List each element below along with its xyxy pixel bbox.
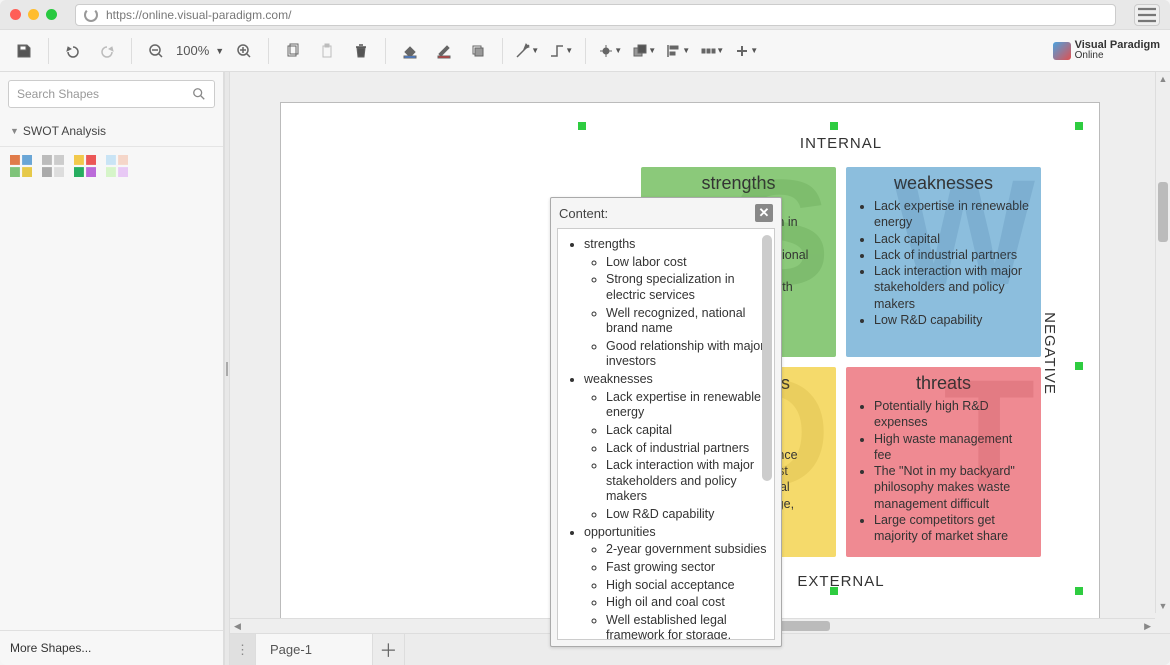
browser-titlebar: https://online.visual-paradigm.com/ <box>0 0 1170 30</box>
outline-section: strengthsLow labor costStrong specializa… <box>584 237 768 370</box>
selection-handle[interactable] <box>1075 122 1083 130</box>
search-icon <box>192 87 206 101</box>
selection-handle[interactable] <box>1075 362 1083 370</box>
outline-section: weaknessesLack expertise in renewable en… <box>584 372 768 523</box>
threats-title: threats <box>856 373 1031 394</box>
shape-palette <box>0 147 223 185</box>
outline-item: Low R&D capability <box>606 507 768 523</box>
save-button[interactable] <box>10 37 38 65</box>
add-page-button[interactable]: ＋ <box>373 634 405 665</box>
align-button[interactable]: ▼ <box>664 37 692 65</box>
list-item: Large competitors get majority of market… <box>874 512 1031 545</box>
url-bar[interactable]: https://online.visual-paradigm.com/ <box>75 4 1116 26</box>
app-window: https://online.visual-paradigm.com/ 100%… <box>0 0 1170 665</box>
outline-item: Lack interaction with major stakeholders… <box>606 458 768 505</box>
more-shapes-link[interactable]: More Shapes... <box>0 630 223 665</box>
main-area: Search Shapes ▼SWOT Analysis More Shapes… <box>0 72 1170 665</box>
window-controls <box>10 9 57 20</box>
to-front-button[interactable]: ▼ <box>630 37 658 65</box>
fill-color-button[interactable] <box>396 37 424 65</box>
list-item: Lack interaction with major stakeholders… <box>874 263 1031 312</box>
outline-item: Well recognized, national brand name <box>606 306 768 337</box>
list-item: The "Not in my backyard" philosophy make… <box>874 463 1031 512</box>
palette-swot-gray-icon[interactable] <box>42 155 64 177</box>
zoom-text: 100% <box>176 43 209 58</box>
weaknesses-list: Lack expertise in renewable energyLack c… <box>856 198 1031 328</box>
search-shapes-input[interactable]: Search Shapes <box>8 80 215 108</box>
panel-title[interactable]: ▼SWOT Analysis <box>0 116 223 147</box>
copy-button[interactable] <box>279 37 307 65</box>
shadow-button[interactable] <box>464 37 492 65</box>
outline-item: 2-year government subsidies <box>606 542 768 558</box>
strengths-title: strengths <box>651 173 826 194</box>
vertical-scrollbar[interactable]: ▲▼ <box>1155 72 1170 613</box>
quadrant-threats[interactable]: T threats Potentially high R&D expensesH… <box>846 367 1041 557</box>
outline-item: Fast growing sector <box>606 560 768 576</box>
close-icon[interactable]: ✕ <box>755 204 773 222</box>
outline-item: Strong specialization in electric servic… <box>606 272 768 303</box>
toolbar: 100%▼ ▼ ▼ ▼ ▼ ▼ ▼ ▼ Visual Paradigm Onli… <box>0 30 1170 72</box>
list-item: Low R&D capability <box>874 312 1031 328</box>
palette-swot-pastel-icon[interactable] <box>106 155 128 177</box>
menu-button[interactable] <box>1134 4 1160 26</box>
weaknesses-title: weaknesses <box>856 173 1031 194</box>
content-popup-body[interactable]: strengthsLow labor costStrong specializa… <box>557 228 775 640</box>
selection-handle[interactable] <box>830 122 838 130</box>
list-item: Lack capital <box>874 231 1031 247</box>
quadrant-weaknesses[interactable]: W weaknesses Lack expertise in renewable… <box>846 167 1041 357</box>
minimize-window-icon[interactable] <box>28 9 39 20</box>
palette-swot-bright-icon[interactable] <box>74 155 96 177</box>
outline-item: High social acceptance <box>606 578 768 594</box>
list-item: Lack expertise in renewable energy <box>874 198 1031 231</box>
list-item: Potentially high R&D expenses <box>874 398 1031 431</box>
zoom-in-button[interactable] <box>230 37 258 65</box>
zoom-level[interactable]: 100%▼ <box>176 43 224 58</box>
selection-handle[interactable] <box>830 587 838 595</box>
close-window-icon[interactable] <box>10 9 21 20</box>
brand-logo: Visual Paradigm Online <box>1053 40 1160 61</box>
brand-text2: Online <box>1075 51 1160 61</box>
add-button[interactable]: ▼ <box>732 37 760 65</box>
search-placeholder: Search Shapes <box>17 87 99 101</box>
threats-list: Potentially high R&D expensesHigh waste … <box>856 398 1031 544</box>
tab-menu-button[interactable]: ⋮ <box>230 634 256 665</box>
selection-handle[interactable] <box>1075 587 1083 595</box>
paste-button[interactable] <box>313 37 341 65</box>
url-text: https://online.visual-paradigm.com/ <box>106 8 291 22</box>
connector-elbow-button[interactable]: ▼ <box>547 37 575 65</box>
reload-icon[interactable] <box>84 8 98 22</box>
redo-button[interactable] <box>93 37 121 65</box>
list-item: Lack of industrial partners <box>874 247 1031 263</box>
outline-item: Well established legal framework for sto… <box>606 613 768 640</box>
tab-page-1[interactable]: Page-1 <box>256 634 373 665</box>
line-color-button[interactable] <box>430 37 458 65</box>
palette-swot-4color-icon[interactable] <box>10 155 32 177</box>
outline-section: opportunities2-year government subsidies… <box>584 525 768 640</box>
panel-title-text: SWOT Analysis <box>23 124 106 138</box>
vp-logo-icon <box>1053 42 1071 60</box>
content-outline: strengthsLow labor costStrong specializa… <box>562 237 768 640</box>
delete-button[interactable] <box>347 37 375 65</box>
connector-straight-button[interactable]: ▼ <box>513 37 541 65</box>
axis-top-label: INTERNAL <box>621 135 1061 152</box>
outline-item: Lack expertise in renewable energy <box>606 390 768 421</box>
selection-handle[interactable] <box>578 122 586 130</box>
content-popup[interactable]: Content: ✕ strengthsLow labor costStrong… <box>550 197 782 647</box>
outline-item: Low labor cost <box>606 255 768 271</box>
outline-item: Good relationship with major investors <box>606 339 768 370</box>
distribute-button[interactable]: ▼ <box>698 37 726 65</box>
waypoint-button[interactable]: ▼ <box>596 37 624 65</box>
list-item: High waste management fee <box>874 431 1031 464</box>
outline-item: Lack capital <box>606 423 768 439</box>
zoom-out-button[interactable] <box>142 37 170 65</box>
content-popup-title: Content: <box>559 206 608 221</box>
popup-scrollbar[interactable] <box>762 235 772 481</box>
undo-button[interactable] <box>59 37 87 65</box>
sidebar: Search Shapes ▼SWOT Analysis More Shapes… <box>0 72 224 665</box>
outline-item: Lack of industrial partners <box>606 441 768 457</box>
outline-item: High oil and coal cost <box>606 595 768 611</box>
canvas-wrap: INTERNAL EXTERNAL POSITIVE NEGATIVE S st… <box>230 72 1170 665</box>
maximize-window-icon[interactable] <box>46 9 57 20</box>
